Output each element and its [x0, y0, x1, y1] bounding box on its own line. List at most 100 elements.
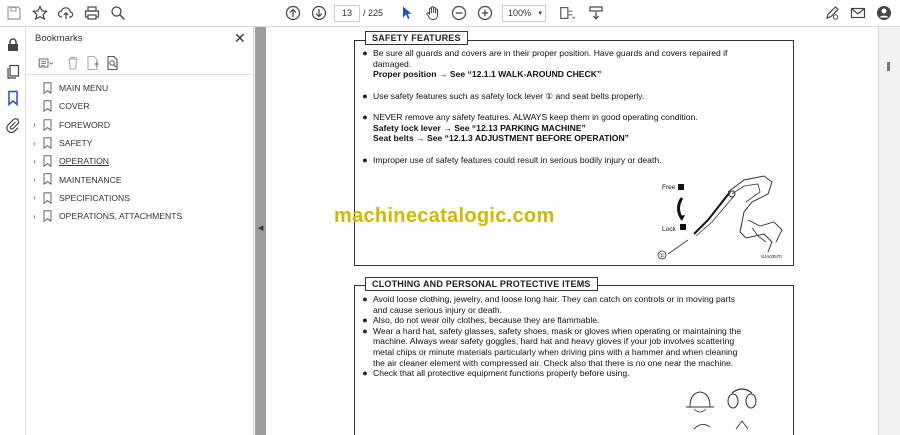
doc-text: Check that all protective equipment func… — [373, 368, 630, 379]
bookmark-flag-icon — [43, 137, 52, 149]
bookmark-flag-icon — [43, 173, 52, 186]
bookmark-label: MAINTENANCE — [59, 174, 122, 185]
doc-text: Wear a hard hat, safety glasses, safety … — [373, 325, 742, 336]
figure-label-free: Free — [662, 184, 676, 191]
bookmark-label: FOREWORD — [59, 119, 111, 130]
bookmark-label: OPERATION — [59, 156, 109, 167]
bookmark-item-specifications[interactable]: › SPECIFICATIONS — [26, 189, 254, 207]
doc-text: damaged. — [373, 58, 412, 69]
bookmark-label: SAFETY — [59, 138, 93, 149]
section-title: CLOTHING AND PERSONAL PROTECTIVE ITEMS — [365, 277, 598, 291]
pages-thumbnails-icon[interactable] — [4, 63, 22, 81]
bullet: ● — [362, 48, 368, 58]
next-page-icon[interactable] — [310, 4, 328, 22]
bookmark-flag-icon — [43, 210, 52, 223]
bookmark-item-safety[interactable]: › SAFETY — [26, 134, 254, 152]
bullet: ● — [362, 294, 368, 304]
search-icon[interactable] — [109, 4, 127, 22]
bullet: ● — [362, 325, 368, 336]
bookmark-item-operation[interactable]: › OPERATION — [26, 152, 254, 170]
doc-text: Avoid loose clothing, jewelry, and loose… — [373, 294, 736, 304]
vertical-scrollbar[interactable] — [878, 27, 900, 435]
upload-cloud-icon[interactable] — [57, 4, 75, 22]
bullet: ● — [362, 91, 368, 101]
previous-page-icon[interactable] — [284, 4, 302, 22]
chevron-right-icon[interactable]: › — [33, 139, 41, 148]
chevron-right-icon[interactable]: › — [33, 193, 41, 202]
bookmarks-toolbar — [26, 49, 254, 75]
doc-text: Use safety features such as safety lock … — [373, 91, 645, 101]
bookmark-options-menu-icon[interactable] — [34, 54, 58, 72]
save-icon[interactable] — [5, 4, 23, 22]
close-icon[interactable]: ✕ — [234, 30, 246, 47]
bookmarks-panel: Bookmarks ✕ MAIN MENU COVER › FOREWORD ›… — [26, 27, 254, 435]
bookmark-item-foreword[interactable]: › FOREWORD — [26, 116, 254, 134]
bookmark-label: SPECIFICATIONS — [59, 192, 130, 203]
figure-code: SJA03570 — [761, 254, 782, 259]
bullet: ● — [362, 368, 368, 379]
bookmark-flag-icon — [43, 155, 52, 168]
attachment-paperclip-icon[interactable] — [4, 116, 22, 134]
bookmark-flag-icon — [43, 192, 52, 204]
bookmark-flag-icon — [43, 118, 52, 131]
doc-text: NEVER remove any safety features. ALWAYS… — [373, 112, 698, 122]
page-number-input[interactable]: 13 — [334, 5, 360, 22]
bookmark-label: MAIN MENU — [59, 83, 109, 94]
chevron-down-icon: ▾ — [538, 10, 542, 17]
doc-reference: Proper position → See “12.1.1 WALK-AROUN… — [373, 69, 602, 80]
print-icon[interactable] — [83, 4, 101, 22]
bookmark-label: OPERATIONS, ATTACHMENTS — [59, 211, 183, 222]
doc-text: Also, do not wear oily clothes, because … — [373, 315, 600, 326]
chevron-right-icon[interactable]: › — [33, 120, 41, 129]
doc-text: Improper use of safety features could re… — [373, 155, 662, 165]
find-bookmark-icon[interactable] — [104, 54, 122, 72]
doc-reference: Seat belts → See “12.1.3 ADJUSTMENT BEFO… — [373, 133, 629, 144]
figure-callout-number: ① — [659, 253, 664, 260]
doc-text: metal chips or minute materials particul… — [373, 347, 738, 357]
scrollbar-thumb[interactable] — [887, 62, 890, 71]
email-icon[interactable] — [849, 4, 867, 22]
account-icon[interactable] — [875, 4, 893, 22]
chevron-right-icon[interactable]: › — [33, 175, 41, 184]
hand-tool-icon[interactable] — [424, 4, 442, 22]
bullet: ● — [362, 112, 368, 122]
page-total: / 225 — [363, 8, 384, 18]
zoom-out-icon[interactable] — [450, 4, 468, 22]
watermark-text: machinecatalogic.com — [334, 205, 555, 227]
doc-text: Be sure all guards and covers are in the… — [373, 48, 728, 58]
delete-bookmark-icon[interactable] — [64, 54, 82, 72]
edit-signature-icon[interactable] — [823, 4, 841, 22]
bookmark-list: MAIN MENU COVER › FOREWORD › SAFETY › OP… — [26, 79, 254, 225]
section-title: SAFETY FEATURES — [365, 31, 468, 45]
bookmark-item-main-menu[interactable]: MAIN MENU — [26, 79, 254, 97]
bookmark-label: COVER — [59, 101, 90, 112]
lock-icon[interactable] — [4, 36, 22, 54]
bookmark-star-icon[interactable] — [31, 4, 49, 22]
bullet: ● — [362, 315, 368, 326]
bookmark-icon[interactable] — [4, 89, 22, 107]
new-bookmark-icon[interactable] — [84, 54, 102, 72]
zoom-level-value: 100% — [508, 8, 532, 18]
bullet: ● — [362, 155, 368, 165]
bookmark-item-maintenance[interactable]: › MAINTENANCE — [26, 170, 254, 188]
page-fit-icon[interactable] — [556, 4, 578, 22]
doc-reference: Safety lock lever → See “12.13 PARKING M… — [373, 122, 586, 133]
doc-text: the air cleaner element with compressed … — [373, 357, 734, 368]
doc-text: and cause serious injury or death. — [373, 304, 502, 315]
bookmarks-panel-title: Bookmarks — [35, 33, 83, 44]
chevron-right-icon[interactable]: › — [33, 157, 41, 166]
top-toolbar: 13 / 225 100% ▾ — [0, 0, 900, 27]
bookmark-item-operations-attachments[interactable]: › OPERATIONS, ATTACHMENTS — [26, 207, 254, 225]
chevron-right-icon[interactable]: › — [33, 212, 41, 221]
bookmark-flag-icon — [43, 82, 52, 94]
bookmark-item-cover[interactable]: COVER — [26, 97, 254, 115]
collapse-panel-arrow-icon[interactable]: ◀ — [258, 224, 263, 232]
scroll-mode-icon[interactable] — [587, 4, 605, 22]
bookmark-flag-icon — [43, 100, 52, 113]
zoom-in-icon[interactable] — [476, 4, 494, 22]
select-cursor-icon[interactable] — [398, 4, 416, 22]
protective-equipment-figure — [686, 388, 757, 430]
zoom-level-select[interactable]: 100% ▾ — [502, 5, 546, 22]
safety-lock-lever-figure: ① Free Lock SJA03570 — [657, 175, 783, 260]
doc-text: machine. Always wear safety goggles, har… — [373, 336, 735, 347]
